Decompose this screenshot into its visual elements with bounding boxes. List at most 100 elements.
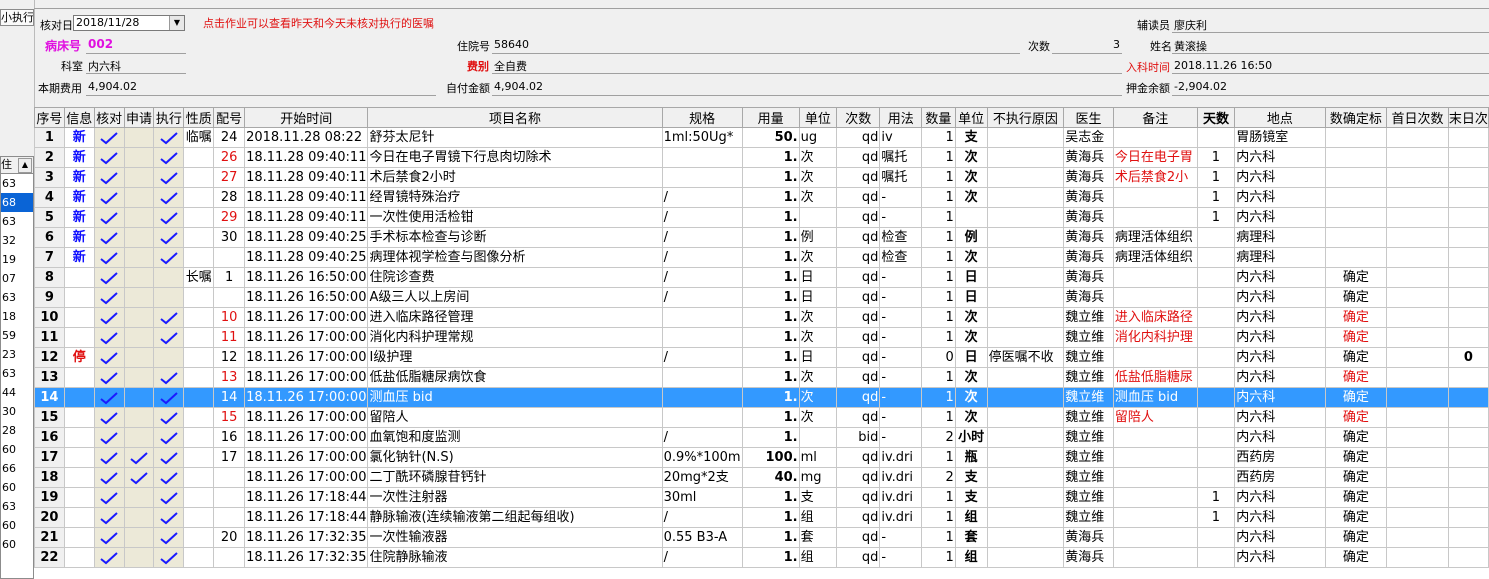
apply-cell[interactable] xyxy=(123,467,155,488)
patient-list-item[interactable]: 60 xyxy=(1,516,33,535)
item-name[interactable]: 病理体视学检查与图像分析 xyxy=(367,247,663,268)
column-header[interactable]: 数确定标 xyxy=(1324,107,1388,128)
item-name[interactable]: A级三人以上房间 xyxy=(367,287,663,308)
table-row[interactable]: 8 长嘱 1 18.11.26 16:50:00 住院诊查费/1. 日 qd -1 日黄海兵 内六… xyxy=(34,267,1489,288)
confirm-cell[interactable] xyxy=(1324,247,1388,268)
column-header[interactable]: 次数 xyxy=(836,107,881,128)
exec-cell[interactable] xyxy=(153,427,185,448)
patient-list-item[interactable]: 32 xyxy=(1,231,33,250)
apply-cell[interactable] xyxy=(123,247,155,268)
sort-up-icon[interactable]: ▲ xyxy=(18,158,32,173)
table-row[interactable]: 2 新 26 18.11.28 09:40:11 今日在电子胃镜下行息肉切除术 1. 次 qd… xyxy=(34,147,1489,168)
patient-list-item[interactable]: 19 xyxy=(1,250,33,269)
column-header[interactable]: 天数 xyxy=(1196,107,1236,128)
table-row[interactable]: 13 13 18.11.26 17:00:00 低盐低脂糖尿病饮食 1. 次 qd -1 次魏立… xyxy=(34,367,1489,388)
patient-list-item[interactable]: 44 xyxy=(1,383,33,402)
exec-cell[interactable] xyxy=(153,147,185,168)
apply-cell[interactable] xyxy=(123,447,155,468)
check-cell[interactable] xyxy=(93,367,125,388)
column-header[interactable]: 用法 xyxy=(879,107,923,128)
confirm-cell[interactable] xyxy=(1324,227,1388,248)
patient-list-header[interactable]: 住 ▲ xyxy=(1,157,33,174)
column-header[interactable]: 首日次数 xyxy=(1386,107,1449,128)
column-header[interactable]: 地点 xyxy=(1234,107,1326,128)
table-row[interactable]: 6 新 30 18.11.28 09:40:25 手术标本检查与诊断/1. 例 qd 检查 1 例… xyxy=(34,227,1489,248)
check-cell[interactable] xyxy=(93,247,125,268)
exec-cell[interactable] xyxy=(153,307,185,328)
exec-cell[interactable] xyxy=(153,447,185,468)
check-cell[interactable] xyxy=(93,447,125,468)
check-cell[interactable] xyxy=(93,327,125,348)
table-row[interactable]: 12 停 12 18.11.26 17:00:00 Ⅰ级护理/1. 日 qd -0 日停医嘱不收… xyxy=(34,347,1489,368)
exec-cell[interactable] xyxy=(153,407,185,428)
apply-cell[interactable] xyxy=(123,287,155,308)
confirm-cell[interactable]: 确定 xyxy=(1324,327,1388,348)
check-cell[interactable] xyxy=(93,347,125,368)
item-name[interactable]: 手术标本检查与诊断 xyxy=(367,227,663,248)
table-row[interactable]: 10 10 18.11.26 17:00:00 进入临床路径管理 1. 次 qd -1 次魏立维… xyxy=(34,307,1489,328)
check-cell[interactable] xyxy=(93,207,125,228)
table-row[interactable]: 18 18.11.26 17:00:00 二丁酰环磷腺苷钙针 20mg*2支 40. mg… xyxy=(34,467,1489,488)
item-name[interactable]: 进入临床路径管理 xyxy=(367,307,663,328)
check-cell[interactable] xyxy=(93,167,125,188)
column-header[interactable]: 数量 xyxy=(921,107,956,128)
item-name[interactable]: 低盐低脂糖尿病饮食 xyxy=(367,367,663,388)
table-row[interactable]: 3 新 27 18.11.28 09:40:11 术后禁食2小时 1. 次 qd 嘱托 1 次黄海兵… xyxy=(34,167,1489,188)
confirm-cell[interactable]: 确定 xyxy=(1324,447,1388,468)
column-header[interactable]: 规格 xyxy=(661,107,743,128)
item-name[interactable]: 今日在电子胃镜下行息肉切除术 xyxy=(367,147,663,168)
exec-cell[interactable] xyxy=(153,467,185,488)
apply-cell[interactable] xyxy=(123,187,155,208)
patient-list-item[interactable]: 60 xyxy=(1,478,33,497)
patient-list-item[interactable]: 28 xyxy=(1,421,33,440)
column-header[interactable]: 申请 xyxy=(123,107,155,128)
confirm-cell[interactable]: 确定 xyxy=(1324,467,1388,488)
exec-cell[interactable] xyxy=(153,507,185,528)
column-header[interactable]: 医生 xyxy=(1063,107,1114,128)
check-cell[interactable] xyxy=(93,307,125,328)
apply-cell[interactable] xyxy=(123,207,155,228)
patient-list-item[interactable]: 68 xyxy=(1,193,33,212)
patient-list-item[interactable]: 60 xyxy=(1,535,33,554)
exec-cell[interactable] xyxy=(153,527,185,548)
exec-cell[interactable] xyxy=(153,207,185,228)
confirm-cell[interactable] xyxy=(1324,187,1388,208)
table-row[interactable]: 20 18.11.26 17:18:44 静脉输液(连续输液第二组起每组收)/1. 组… xyxy=(34,507,1489,528)
column-header[interactable]: 执行 xyxy=(153,107,185,128)
column-header[interactable]: 序号 xyxy=(34,107,65,128)
apply-cell[interactable] xyxy=(123,387,155,408)
check-cell[interactable] xyxy=(93,407,125,428)
item-name[interactable]: 消化内科护理常规 xyxy=(367,327,663,348)
exec-cell[interactable] xyxy=(153,267,185,288)
item-name[interactable]: 经胃镜特殊治疗 xyxy=(367,187,663,208)
apply-cell[interactable] xyxy=(123,347,155,368)
column-header[interactable]: 单位 xyxy=(954,107,988,128)
apply-cell[interactable] xyxy=(123,147,155,168)
item-name[interactable]: 氯化钠针(N.S) xyxy=(367,447,663,468)
item-name[interactable]: 舒芬太尼针 xyxy=(367,127,663,148)
apply-cell[interactable] xyxy=(123,507,155,528)
confirm-cell[interactable]: 确定 xyxy=(1324,527,1388,548)
apply-cell[interactable] xyxy=(123,227,155,248)
patient-list-item[interactable]: 60 xyxy=(1,440,33,459)
item-name[interactable]: 静脉输液(连续输液第二组起每组收) xyxy=(367,507,663,528)
table-row[interactable]: 22 18.11.26 17:32:35 住院静脉输液/1. 组 qd -1 组黄海兵 内六科… xyxy=(34,547,1489,568)
item-name[interactable]: 一次性注射器 xyxy=(367,487,663,508)
confirm-cell[interactable] xyxy=(1324,207,1388,228)
confirm-cell[interactable]: 确定 xyxy=(1324,267,1388,288)
column-header[interactable]: 配号 xyxy=(213,107,246,128)
check-date-picker[interactable]: 2018/11/28 ▼ xyxy=(73,15,185,31)
item-name[interactable]: 血氧饱和度监测 xyxy=(367,427,663,448)
item-name[interactable]: 一次性使用活检钳 xyxy=(367,207,663,228)
table-row[interactable]: 19 18.11.26 17:18:44 一次性注射器 30ml 1. 支 qd iv.dri… xyxy=(34,487,1489,508)
item-name[interactable]: 测血压 bid xyxy=(367,387,663,408)
table-row[interactable]: 21 20 18.11.26 17:32:35 一次性输液器 0.55 B3-A 1. 套 q… xyxy=(34,527,1489,548)
exec-cell[interactable] xyxy=(153,167,185,188)
column-header[interactable]: 不执行原因 xyxy=(986,107,1065,128)
exec-cell[interactable] xyxy=(153,247,185,268)
check-cell[interactable] xyxy=(93,187,125,208)
check-cell[interactable] xyxy=(93,547,125,568)
column-header[interactable]: 开始时间 xyxy=(244,107,369,128)
check-cell[interactable] xyxy=(93,487,125,508)
patient-list-item[interactable]: 18 xyxy=(1,307,33,326)
